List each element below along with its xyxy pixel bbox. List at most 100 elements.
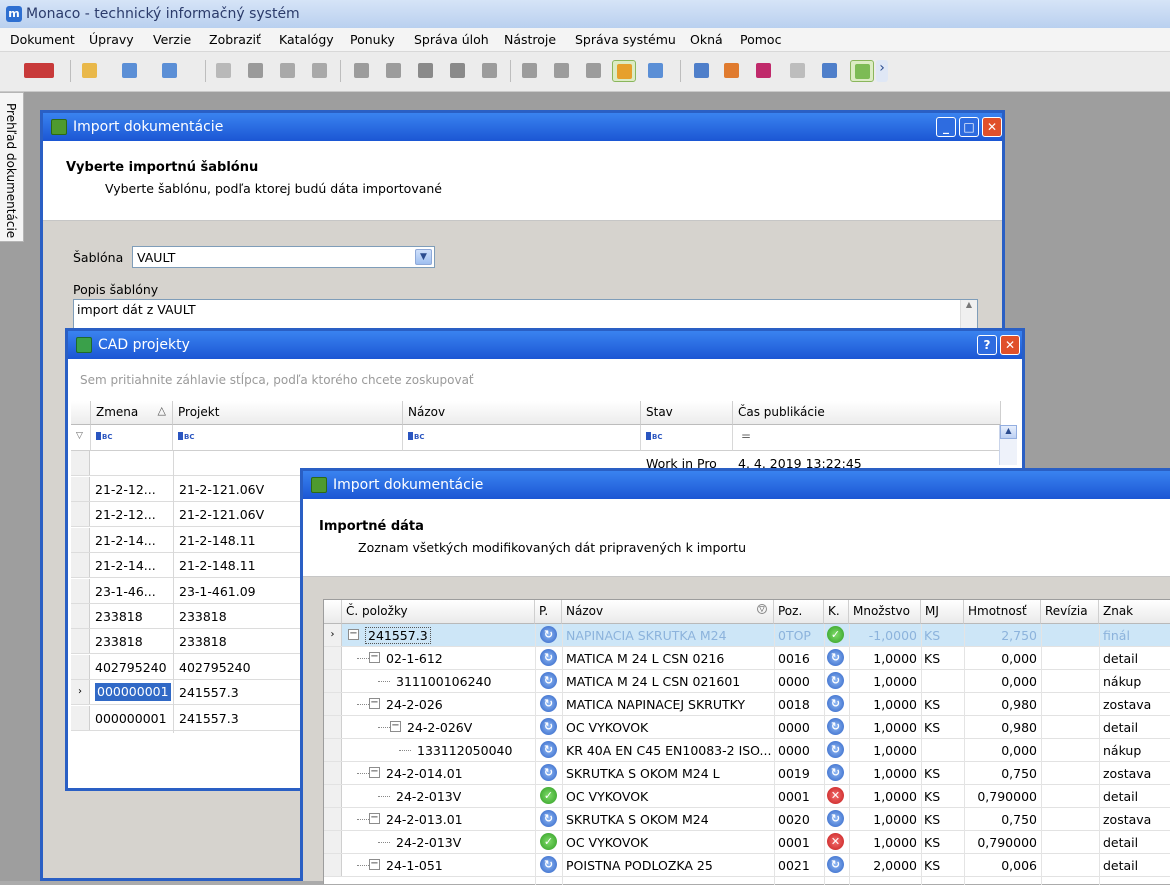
tools-icon[interactable] <box>414 60 438 82</box>
user-icon[interactable] <box>478 60 502 82</box>
table-row[interactable]: 21-2-12... 21-2-121.06V <box>71 477 301 502</box>
tools2-icon[interactable] <box>446 60 470 82</box>
table-icon[interactable] <box>690 60 714 82</box>
row-selector[interactable] <box>71 553 90 578</box>
grid-header-8[interactable]: Revízia <box>1041 600 1099 624</box>
row-selector[interactable]: › <box>324 624 342 646</box>
collapse-toggle[interactable]: − <box>369 859 380 870</box>
new-document-icon[interactable] <box>78 60 102 82</box>
row-selector[interactable] <box>71 604 90 628</box>
layout-icon[interactable] <box>818 60 842 82</box>
cad-scrollbar[interactable]: ▲ <box>999 425 1017 465</box>
row-selector[interactable] <box>71 654 90 679</box>
import-icon[interactable] <box>612 60 636 82</box>
collapse-toggle[interactable]: − <box>369 698 380 709</box>
row-selector[interactable] <box>71 527 90 552</box>
row-selector[interactable] <box>324 854 342 876</box>
menu-9[interactable]: Okná <box>690 32 723 47</box>
table-row[interactable]: › −241557.3 ↻ NAPINACIA SKRUTKA M24 0TOP ✓ -1,… <box>324 624 1170 647</box>
table-row[interactable]: 21-2-14... 21-2-148.11 <box>71 527 301 553</box>
table-row[interactable]: 133112050040 ↻ KR 40A EN C45 EN10083-2 ISO… <box>324 739 1170 762</box>
print-icon[interactable] <box>582 60 606 82</box>
row-selector[interactable] <box>324 808 342 830</box>
row-selector[interactable] <box>71 705 90 730</box>
menu-5[interactable]: Ponuky <box>350 32 395 47</box>
menu-10[interactable]: Pomoc <box>740 32 781 47</box>
row-selector[interactable] <box>71 477 90 501</box>
report-icon[interactable] <box>786 60 810 82</box>
copy-icon[interactable] <box>350 60 374 82</box>
table-row[interactable]: › 000000001 241557.3 <box>71 680 301 706</box>
row-selector[interactable]: › <box>71 680 90 705</box>
collapse-toggle[interactable]: − <box>348 629 359 640</box>
row-selector[interactable] <box>324 647 342 669</box>
search-icon[interactable] <box>518 60 542 82</box>
table-row[interactable]: −24-2-014.01 ↻ SKRUTKA S OKOM M24 L 0019 ↻ 1,… <box>324 762 1170 785</box>
table-row[interactable]: 233818 233818 <box>71 604 301 629</box>
cad-close-button[interactable]: ✕ <box>1000 335 1020 355</box>
cad-header-3[interactable]: Stav <box>641 401 733 425</box>
grid-header-2[interactable]: Názov ▽ <box>562 600 774 624</box>
grid-header-6[interactable]: MJ <box>921 600 964 624</box>
grid-header-5[interactable]: Množstvo <box>849 600 921 624</box>
row-selector[interactable] <box>71 502 90 527</box>
table-row[interactable]: 21-2-14... 21-2-148.11 <box>71 553 301 579</box>
cad-header-4[interactable]: Čas publikácie <box>733 401 1001 425</box>
table-row[interactable]: 402795240 402795240 <box>71 654 301 680</box>
maximize-button[interactable]: □ <box>959 117 979 137</box>
filter-cell-0[interactable]: BC <box>91 425 173 451</box>
filter-cell-3[interactable]: BC <box>641 425 733 451</box>
table-row[interactable]: 311100106240 ↻ MATICA M 24 L CSN 021601 000… <box>324 670 1170 693</box>
menu-2[interactable]: Verzie <box>153 32 191 47</box>
menu-3[interactable]: Zobraziť <box>209 32 261 47</box>
cad-header-1[interactable]: Projekt <box>173 401 403 425</box>
cad-header-0[interactable]: Zmena △ <box>91 401 173 425</box>
row-selector[interactable] <box>324 693 342 715</box>
row-selector[interactable] <box>71 578 90 603</box>
collapse-toggle[interactable]: − <box>390 721 401 732</box>
row-selector[interactable] <box>324 739 342 761</box>
menu-8[interactable]: Správa systému <box>575 32 676 47</box>
more-icon[interactable]: › <box>876 60 888 82</box>
filter-cell-2[interactable]: BC <box>403 425 641 451</box>
preview-icon[interactable] <box>550 60 574 82</box>
open-icon[interactable] <box>118 60 142 82</box>
table-row[interactable]: 21-2-12... 21-2-121.06V <box>71 502 301 528</box>
menu-0[interactable]: Dokument <box>10 32 75 47</box>
card-icon[interactable] <box>644 60 668 82</box>
row-selector[interactable] <box>71 451 90 475</box>
table-row[interactable]: 24-2-013V ✓ OC VYKOVOK 0001 ✕ 1,0000 KS 0,79000… <box>324 831 1170 854</box>
flag-dropdown-icon[interactable] <box>20 60 54 82</box>
minimize-button[interactable]: _ <box>936 117 956 137</box>
table-row[interactable]: −24-2-013.01 ↻ SKRUTKA S OKOM M24 0020 ↻ 1,00… <box>324 808 1170 831</box>
filter-cell-4[interactable]: = <box>733 425 1001 451</box>
mx-icon[interactable] <box>752 60 776 82</box>
row-selector[interactable] <box>324 831 342 853</box>
table-row[interactable]: 23-1-46... 23-1-461.09 <box>71 578 301 604</box>
row-selector[interactable] <box>324 785 342 807</box>
table-row[interactable]: 233818 233818 <box>71 629 301 655</box>
row-selector[interactable] <box>71 629 90 654</box>
table-row[interactable]: −24-1-051 ↻ POISTNA PODLOZKA 25 0021 ↻ 2,0000… <box>324 854 1170 877</box>
description-field[interactable]: import dát z VAULT ▲ <box>73 299 978 331</box>
grid-header-7[interactable]: Hmotnosť <box>964 600 1041 624</box>
row-selector[interactable] <box>324 670 342 692</box>
grid-header-1[interactable]: P. <box>535 600 562 624</box>
table-row[interactable]: 24-2-013V ✓ OC VYKOVOK 0001 ✕ 1,0000 KS 0,79000… <box>324 785 1170 808</box>
grid-header-0[interactable]: Č. položky <box>342 600 535 624</box>
lock-icon[interactable] <box>212 60 236 82</box>
side-tab-overview[interactable]: Prehľad dokumentácie <box>0 92 24 242</box>
menu-7[interactable]: Nástroje <box>504 32 556 47</box>
undo-icon[interactable] <box>308 60 332 82</box>
grid-header-4[interactable]: K. <box>824 600 849 624</box>
close-button[interactable]: ✕ <box>982 117 1002 137</box>
refresh-icon[interactable] <box>276 60 300 82</box>
row-selector[interactable] <box>324 716 342 738</box>
help-button[interactable]: ? <box>977 335 997 355</box>
template-select[interactable]: VAULT ▼ <box>132 246 435 268</box>
filter-cell-1[interactable]: BC <box>173 425 403 451</box>
save-icon[interactable] <box>244 60 268 82</box>
grid-header-3[interactable]: Poz. <box>774 600 824 624</box>
description-scrollbar[interactable]: ▲ <box>960 300 977 330</box>
menu-1[interactable]: Úpravy <box>89 32 134 47</box>
